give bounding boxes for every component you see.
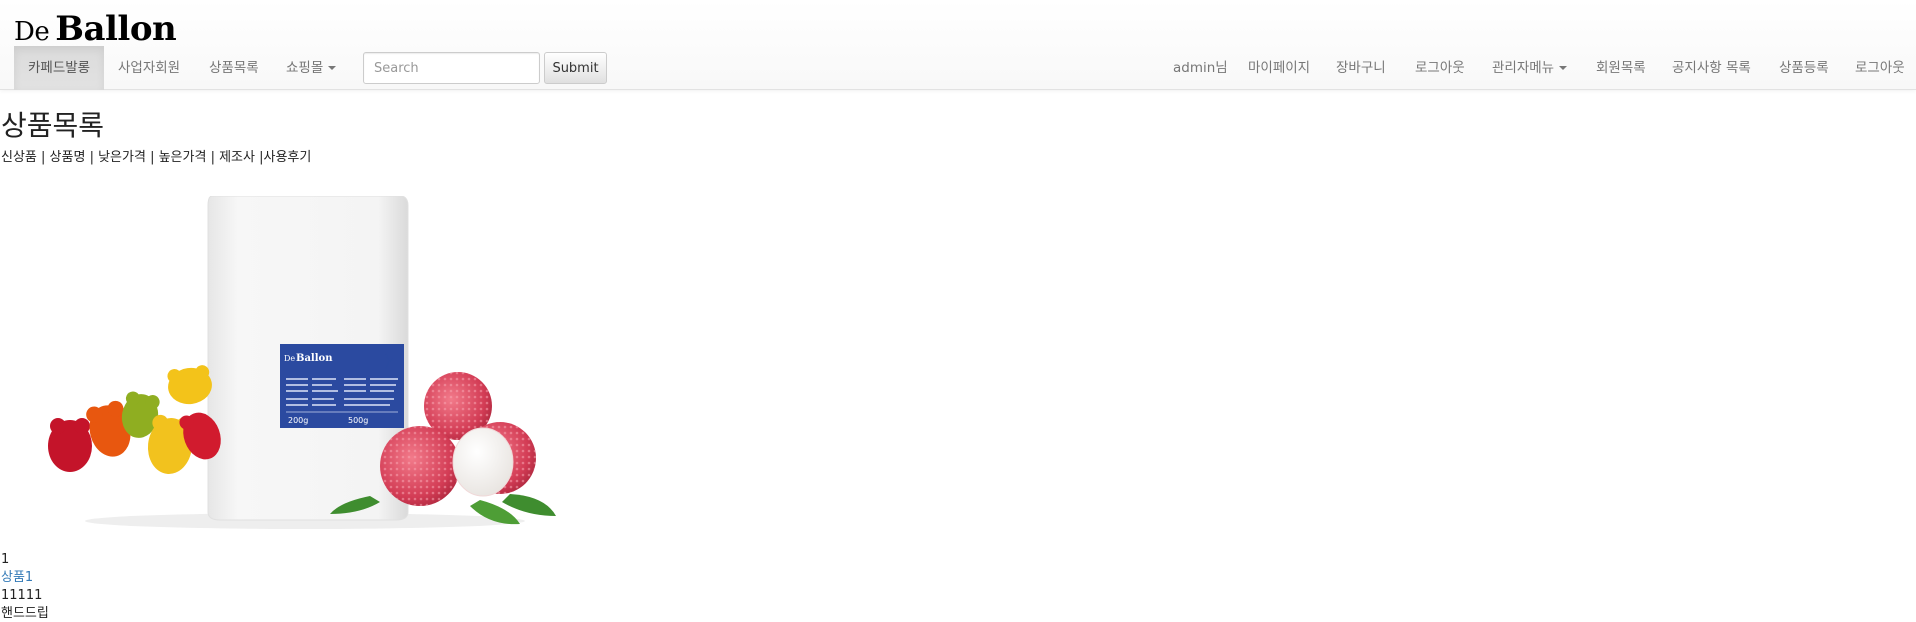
nav-dropdown-admin-menu[interactable]: 관리자메뉴: [1478, 46, 1581, 90]
sort-option-reviews[interactable]: 사용후기: [264, 150, 312, 165]
nav-dropdown-admin-label: 관리자메뉴: [1492, 60, 1555, 76]
nav-item-business-member[interactable]: 사업자회원: [104, 46, 194, 90]
caret-down-icon: [1559, 66, 1568, 70]
coffee-pouch: De Ballon 200g 500g: [207, 196, 409, 521]
brand-logo[interactable]: De Ballon: [14, 9, 177, 49]
product-price: 11111: [1, 588, 43, 603]
sort-option-newest[interactable]: 신상품: [1, 150, 37, 165]
nav-item-member-list[interactable]: 회원목록: [1582, 46, 1660, 90]
sort-option-name[interactable]: 상품명: [50, 150, 86, 165]
product-category: 핸드드립: [1, 606, 49, 621]
brand-name: Ballon: [55, 9, 177, 49]
search-input[interactable]: [363, 52, 540, 84]
nav-item-product-list[interactable]: 상품목록: [195, 46, 273, 90]
caret-down-icon: [328, 66, 337, 70]
pouch-brand-name: Ballon: [296, 353, 333, 364]
sort-separator: |: [85, 150, 99, 165]
sort-option-manufacturer[interactable]: 제조사: [219, 150, 255, 165]
sort-separator: |: [206, 150, 220, 165]
product-name-link[interactable]: 상품1: [1, 569, 33, 587]
nav-dropdown-shopping-mall[interactable]: 쇼핑몰: [272, 46, 350, 90]
sort-separator-short: |: [254, 150, 264, 165]
search-submit-button[interactable]: Submit: [544, 52, 607, 84]
page-title: 상품목록: [1, 109, 105, 142]
pouch-weight-500: 500g: [348, 416, 368, 425]
sort-separator: |: [145, 150, 159, 165]
sort-option-low-price[interactable]: 낮은가격: [98, 150, 146, 165]
sort-bar: 신상품 | 상품명 | 낮은가격 | 높은가격 | 제조사 |사용후기: [1, 146, 311, 165]
nav-item-logout-secondary[interactable]: 로그아웃: [1841, 46, 1916, 90]
nav-item-add-product[interactable]: 상품등록: [1765, 46, 1843, 90]
nav-item-cart[interactable]: 장바구니: [1322, 46, 1400, 90]
pouch-brand-prefix: De: [284, 354, 295, 363]
gummy-bears: [48, 365, 221, 474]
nav-item-mypage[interactable]: 마이페이지: [1234, 46, 1324, 90]
nav-item-cafe-de-ballon[interactable]: 카페드발롱: [14, 46, 105, 90]
brand-prefix: De: [14, 17, 50, 47]
nav-item-logout[interactable]: 로그아웃: [1401, 46, 1479, 90]
sort-separator: |: [36, 150, 50, 165]
nav-item-notice-list[interactable]: 공지사항 목록: [1658, 46, 1765, 90]
top-navbar: De Ballon 카페드발롱 사업자회원 상품목록 쇼핑몰 Submit ad…: [0, 0, 1916, 90]
nav-dropdown-label: 쇼핑몰: [286, 60, 324, 76]
nav-item-greeting[interactable]: admin님: [1159, 46, 1242, 90]
product-number: 1: [1, 552, 10, 567]
product-image[interactable]: De Ballon 200g 500g: [40, 196, 566, 532]
sort-option-high-price[interactable]: 높은가격: [159, 150, 207, 165]
pouch-weight-200: 200g: [288, 416, 308, 425]
